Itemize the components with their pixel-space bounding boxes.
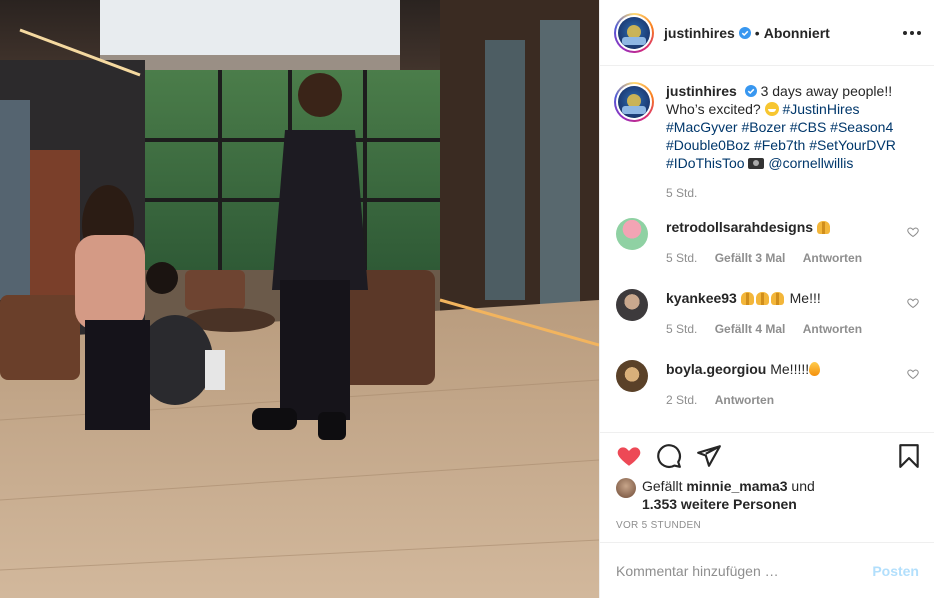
likes-and: und [791,478,815,494]
comment-item: retrodollsarahdesigns 5 Std. Gefällt 3 M… [614,218,919,267]
avatar-frame [616,84,652,120]
comment-time[interactable]: 5 Std. [666,251,697,265]
more-dot [903,31,907,35]
hashtag-line-1[interactable]: #JustinHires [782,101,859,117]
author-avatar[interactable] [614,12,654,53]
avatar-icon [618,86,650,118]
share-icon[interactable] [696,443,722,469]
post-age[interactable]: VOR 5 STUNDEN [616,520,701,531]
reply-button[interactable]: Antworten [715,393,774,407]
verified-badge-icon [738,26,751,39]
raised-hands-emoji-icon [755,292,769,305]
liker-username[interactable]: minnie_mama3 [686,478,787,494]
comment-item: boyla.georgiou Me!!!!! 2 Std. Antworten [614,360,919,409]
caption: justinhires 3 days away people!! Who’s e… [614,82,919,172]
follow-state-button[interactable]: Abonniert [764,25,830,41]
comment-likes[interactable]: Gefällt 3 Mal [715,251,786,265]
comment-like-heart-icon[interactable] [907,368,919,380]
comment-username[interactable]: retrodollsarahdesigns [666,219,813,235]
commenter-avatar[interactable] [616,218,648,250]
comment-item: kyankee93 Me!!! 5 Std. Gefällt 4 Mal Ant… [614,289,919,338]
comment-username[interactable]: kyankee93 [666,290,737,306]
author-username[interactable]: justinhires [664,25,735,41]
comment-body: boyla.georgiou Me!!!!! 2 Std. Antworten [666,360,896,409]
commenter-avatar[interactable] [616,360,648,392]
verified-badge-icon [744,85,757,97]
comments-list[interactable]: justinhires 3 days away people!! Who’s e… [600,66,934,432]
liker-avatar[interactable] [616,478,636,498]
hashtag-line-2[interactable]: #MacGyver #Bozer #CBS #Season4 [666,119,893,135]
avatar-frame [616,14,652,51]
instagram-post: justinhires • Abonniert justinhires 3 da… [0,0,934,598]
post-header: justinhires • Abonniert [600,0,934,66]
comment-text: Me!!! [789,290,821,306]
header-separator: • [754,24,760,41]
camera-emoji-icon [748,158,765,169]
comment-input[interactable] [616,562,873,579]
bookmark-icon[interactable] [896,443,922,469]
comment-body: retrodollsarahdesigns 5 Std. Gefällt 3 M… [666,218,896,267]
comment-time[interactable]: 2 Std. [666,393,697,407]
likes-summary: Gefällt minnie_mama3 und 1.353 weitere P… [616,477,815,513]
avatar-icon [618,16,650,49]
raised-hands-emoji-icon [770,292,784,305]
likes-prefix: Gefällt [642,478,683,494]
add-comment-bar: Posten [600,542,934,598]
post-details-panel: justinhires • Abonniert justinhires 3 da… [599,0,934,598]
comment-text: Me!!!!! [770,361,810,377]
more-dot [910,31,914,35]
fire-emoji-icon [809,362,821,376]
caption-username[interactable]: justinhires [666,83,737,99]
more-dot [917,31,921,35]
post-photo[interactable] [0,0,599,598]
hashtag-line-4[interactable]: #IDoThisToo [666,155,745,171]
comment-like-heart-icon[interactable] [907,297,919,309]
comment-body: kyankee93 Me!!! 5 Std. Gefällt 4 Mal Ant… [666,289,896,338]
comment-likes[interactable]: Gefällt 4 Mal [715,322,786,336]
comment-icon[interactable] [656,443,682,469]
commenter-avatar[interactable] [616,289,648,321]
likes-text: Gefällt minnie_mama3 und 1.353 weitere P… [642,477,815,513]
comment-like-heart-icon[interactable] [907,226,919,238]
photo-illustration [0,0,599,598]
comment-username[interactable]: boyla.georgiou [666,361,766,377]
reply-button[interactable]: Antworten [803,251,862,265]
comment-time[interactable]: 5 Std. [666,322,697,336]
caption-avatar[interactable] [614,82,654,122]
grinning-emoji-icon [764,102,779,116]
caption-time[interactable]: 5 Std. [666,186,919,200]
reply-button[interactable]: Antworten [803,322,862,336]
more-options-icon[interactable] [903,24,921,42]
comment-meta: 5 Std. Gefällt 4 Mal Antworten [666,320,896,338]
post-actions: Gefällt minnie_mama3 und 1.353 weitere P… [600,432,934,542]
raised-hands-emoji-icon [816,221,830,234]
caption-body: justinhires 3 days away people!! Who’s e… [666,82,906,172]
comment-meta: 2 Std. Antworten [666,391,896,409]
comment-meta: 5 Std. Gefällt 3 Mal Antworten [666,249,896,267]
post-comment-button[interactable]: Posten [872,563,919,579]
action-icons [616,443,921,469]
caption-mention[interactable]: @cornellwillis [768,155,853,171]
hashtag-line-3[interactable]: #Double0Boz #Feb7th #SetYourDVR [666,137,896,153]
heart-filled-icon[interactable] [616,443,642,469]
raised-hands-emoji-icon [740,292,754,305]
likes-others-link[interactable]: 1.353 weitere Personen [642,496,797,512]
